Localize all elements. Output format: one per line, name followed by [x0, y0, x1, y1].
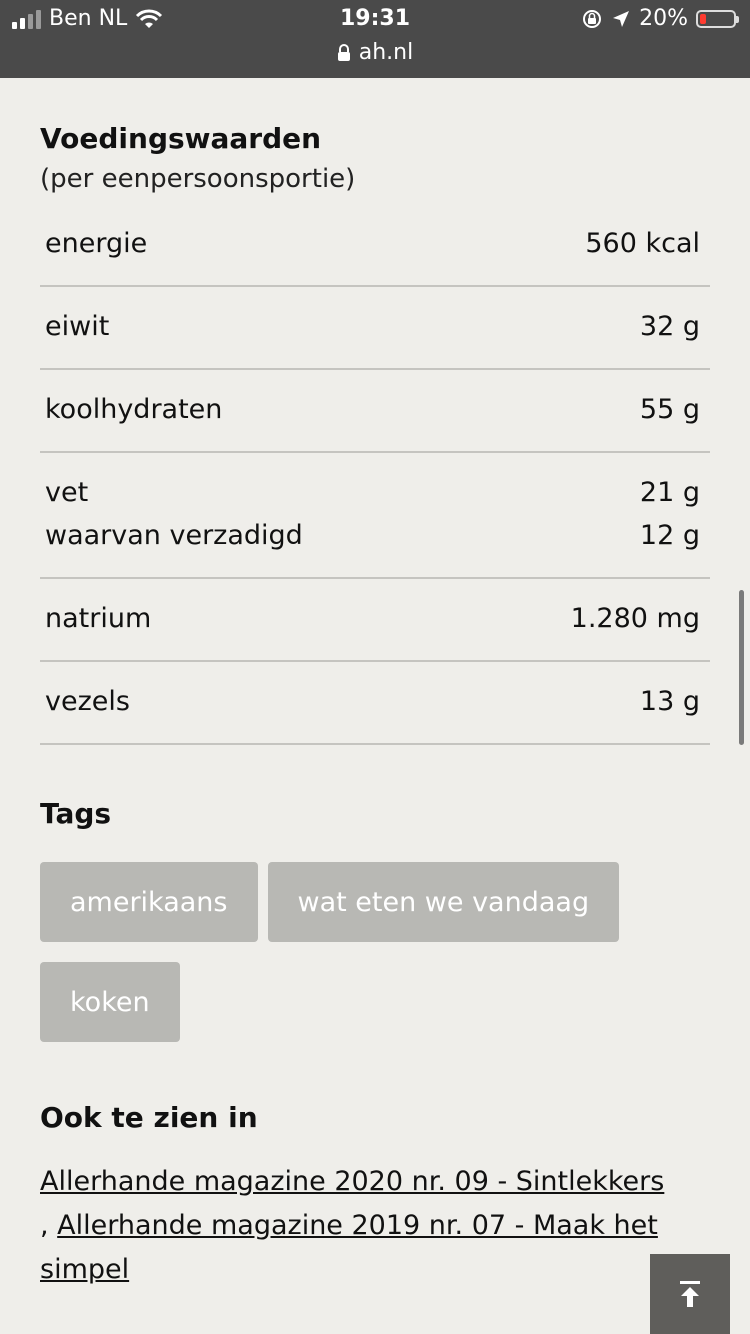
- nutrient-value: 1.280 mg: [570, 603, 700, 634]
- nutrition-row-energie: energie 560 kcal: [40, 204, 710, 287]
- nutrient-label: energie: [45, 228, 148, 259]
- nutrient-label: koolhydraten: [45, 394, 223, 425]
- nutrient-label: vet: [45, 477, 89, 508]
- also-in-links: Allerhande magazine 2020 nr. 09 - Sintle…: [40, 1160, 720, 1292]
- nutrition-subtitle: (per eenpersoonsportie): [40, 164, 356, 194]
- nutrition-row-vet: vet 21 g waarvan verzadigd 12 g: [40, 453, 710, 579]
- nutrition-table: energie 560 kcal eiwit 32 g koolhydraten 55…: [40, 204, 710, 745]
- nutrition-row-eiwit: eiwit 32 g: [40, 287, 710, 370]
- battery-icon: [696, 9, 739, 28]
- nutrient-sublabel: waarvan verzadigd: [45, 520, 303, 551]
- status-bar: Ben NL 19:31 ah.nl 20%: [0, 0, 750, 78]
- tags-title: Tags: [40, 797, 112, 830]
- battery-percent: 20%: [639, 6, 688, 31]
- rotation-lock-icon: [583, 9, 602, 28]
- nutrient-value: 560 kcal: [585, 228, 700, 259]
- also-in-title: Ook te zien in: [40, 1101, 258, 1134]
- nutrient-label: eiwit: [45, 311, 110, 342]
- magazine-link-2020-09[interactable]: Allerhande magazine 2020 nr. 09 - Sintle…: [40, 1166, 664, 1197]
- tag-koken[interactable]: koken: [40, 962, 180, 1042]
- nutrient-value: 32 g: [639, 311, 700, 342]
- link-separator: ,: [40, 1210, 58, 1241]
- back-to-top-button[interactable]: [650, 1254, 730, 1334]
- status-right: 20%: [581, 6, 739, 31]
- tag-list: amerikaans wat eten we vandaag koken: [40, 862, 720, 1042]
- nutrient-value: 13 g: [639, 686, 700, 717]
- nutrient-value: 21 g: [639, 477, 700, 508]
- nutrition-row-koolhydraten: koolhydraten 55 g: [40, 370, 710, 453]
- nutrient-subvalue: 12 g: [639, 520, 700, 551]
- nutrition-row-natrium: natrium 1.280 mg: [40, 579, 710, 662]
- nutrition-title: Voedingswaarden: [40, 122, 322, 155]
- magazine-link-2019-07[interactable]: Allerhande magazine 2019 nr. 07 - Maak h…: [40, 1210, 658, 1285]
- nutrition-row-vezels: vezels 13 g: [40, 662, 710, 745]
- tag-wat-eten-we-vandaag[interactable]: wat eten we vandaag: [267, 862, 620, 942]
- nutrient-label: natrium: [45, 603, 152, 634]
- scrollbar[interactable]: [739, 590, 744, 745]
- location-arrow-icon: [613, 10, 630, 27]
- url-text: ah.nl: [358, 40, 414, 65]
- nutrient-value: 55 g: [639, 394, 700, 425]
- lock-icon: [337, 43, 350, 61]
- address-bar[interactable]: ah.nl: [0, 40, 750, 65]
- tag-amerikaans[interactable]: amerikaans: [40, 862, 258, 942]
- arrow-up-to-line-icon: [680, 1281, 700, 1307]
- nutrient-label: vezels: [45, 686, 130, 717]
